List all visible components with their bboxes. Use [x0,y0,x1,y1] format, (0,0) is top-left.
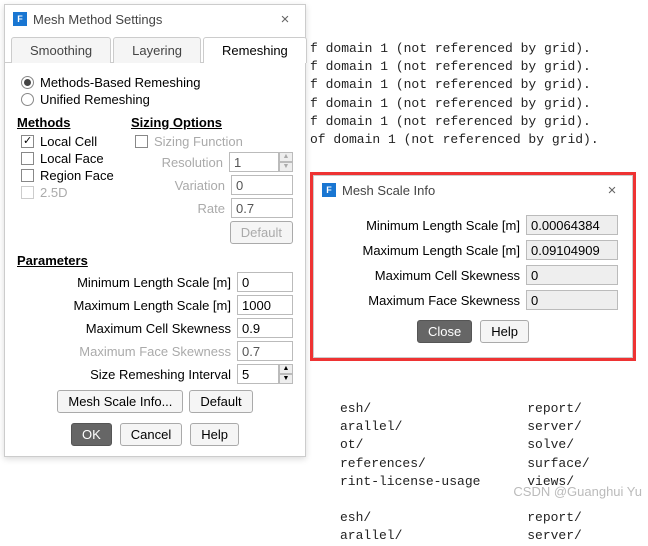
msi-max-cell-skew-label: Maximum Cell Skewness [328,268,520,283]
chevron-up-icon: ▲ [279,152,293,162]
resolution-spinner: ▲▼ [229,152,293,172]
check-local-face[interactable]: Local Face [17,151,123,166]
msi-max-length-value [526,240,618,260]
chevron-up-icon[interactable]: ▲ [279,364,293,374]
window-title: Mesh Scale Info [342,183,600,198]
mesh-method-settings-window: F Mesh Method Settings × Smoothing Layer… [4,4,306,457]
chevron-down-icon: ▼ [279,162,293,172]
variation-input [231,175,293,195]
resolution-input [229,152,279,172]
msi-min-length-value [526,215,618,235]
msi-max-cell-skew-value [526,265,618,285]
max-length-label: Maximum Length Scale [m] [17,298,231,313]
resolution-label: Resolution [162,155,223,170]
checkbox-icon [135,135,148,148]
rate-label: Rate [198,201,225,216]
console-output: f domain 1 (not referenced by grid). f d… [310,40,599,149]
app-icon: F [13,12,27,26]
ok-button[interactable]: OK [71,423,112,446]
radio-methods-based[interactable]: Methods-Based Remeshing [17,75,293,90]
msi-max-face-skew-value [526,290,618,310]
size-interval-spinner[interactable]: ▲▼ [237,364,293,384]
radio-icon [21,76,34,89]
close-button[interactable]: Close [417,320,472,343]
checkbox-icon [21,152,34,165]
max-cell-skew-input[interactable] [237,318,293,338]
tab-bar: Smoothing Layering Remeshing [5,33,305,63]
checkbox-icon [21,135,34,148]
min-length-label: Minimum Length Scale [m] [17,275,231,290]
close-icon[interactable]: × [273,11,297,28]
sizing-title: Sizing Options [131,115,293,130]
check-label: Region Face [40,168,114,183]
radio-icon [21,93,34,106]
methods-title: Methods [17,115,123,130]
check-region-face[interactable]: Region Face [17,168,123,183]
check-local-cell[interactable]: Local Cell [17,134,123,149]
watermark: CSDN @Guanghui Yu [513,484,642,499]
check-sizing-function[interactable]: Sizing Function [131,134,293,149]
window-title: Mesh Method Settings [33,12,273,27]
close-icon[interactable]: × [600,182,624,199]
check-label: Local Cell [40,134,97,149]
radio-label: Methods-Based Remeshing [40,75,200,90]
msi-max-face-skew-label: Maximum Face Skewness [328,293,520,308]
help-button[interactable]: Help [190,423,239,446]
radio-label: Unified Remeshing [40,92,150,107]
msi-min-length-label: Minimum Length Scale [m] [328,218,520,233]
checkbox-icon [21,186,34,199]
radio-unified[interactable]: Unified Remeshing [17,92,293,107]
checkbox-icon [21,169,34,182]
tab-smoothing[interactable]: Smoothing [11,37,111,63]
size-interval-label: Size Remeshing Interval [17,367,231,382]
app-icon: F [322,183,336,197]
size-interval-input[interactable] [237,364,279,384]
sizing-default-button: Default [230,221,293,244]
titlebar: F Mesh Method Settings × [5,5,305,33]
check-label: Local Face [40,151,104,166]
max-length-input[interactable] [237,295,293,315]
rate-input [231,198,293,218]
cancel-button[interactable]: Cancel [120,423,182,446]
tab-layering[interactable]: Layering [113,37,201,63]
msi-max-length-label: Maximum Length Scale [m] [328,243,520,258]
parameters-default-button[interactable]: Default [189,390,252,413]
max-face-skew-input [237,341,293,361]
help-button[interactable]: Help [480,320,529,343]
max-cell-skew-label: Maximum Cell Skewness [17,321,231,336]
mesh-scale-info-button[interactable]: Mesh Scale Info... [57,390,183,413]
check-label: Sizing Function [154,134,243,149]
mesh-scale-info-window: F Mesh Scale Info × Minimum Length Scale… [310,172,636,361]
parameters-title: Parameters [17,253,293,268]
chevron-down-icon[interactable]: ▼ [279,374,293,384]
min-length-input[interactable] [237,272,293,292]
variation-label: Variation [175,178,225,193]
max-face-skew-label: Maximum Face Skewness [17,344,231,359]
check-2-5d: 2.5D [17,185,123,200]
check-label: 2.5D [40,185,67,200]
console-output-2: esh/ report/ arallel/ server/ ot/ solve/… [340,400,590,546]
tab-remeshing[interactable]: Remeshing [203,37,307,63]
